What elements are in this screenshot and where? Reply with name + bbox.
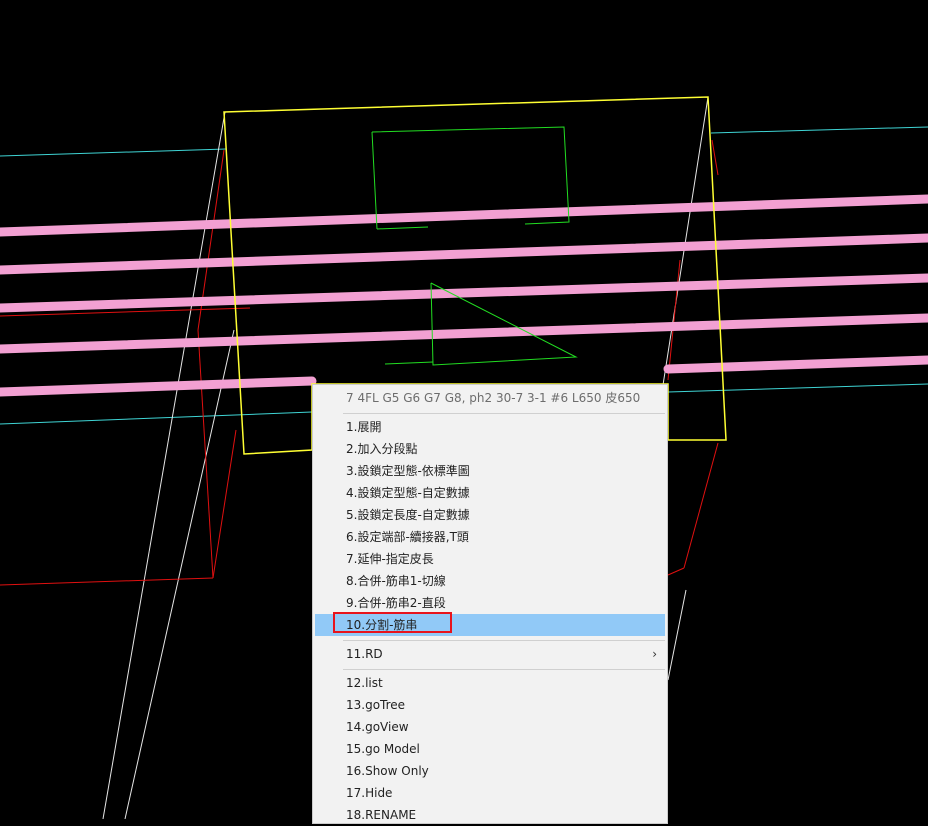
menu-item-hide[interactable]: 17.Hide: [315, 782, 665, 804]
cyan-reference-lines: [0, 126, 928, 425]
menu-item-lock-type-custom[interactable]: 4.設鎖定型態-自定數據: [315, 482, 665, 504]
menu-item-go-tree[interactable]: 13.goTree: [315, 694, 665, 716]
menu-item-lock-length-custom[interactable]: 5.設鎖定長度-自定數據: [315, 504, 665, 526]
menu-item-list[interactable]: 12.list: [315, 672, 665, 694]
menu-item-add-segment-point[interactable]: 2.加入分段點: [315, 438, 665, 460]
menu-header: 7 4FL G5 G6 G7 G8, ph2 30-7 3-1 #6 L650 …: [346, 391, 641, 405]
menu-separator: [343, 413, 665, 414]
menu-item-extend[interactable]: 7.延伸-指定皮長: [315, 548, 665, 570]
menu-item-set-end-coupler[interactable]: 6.設定端部-續接器,T頭: [315, 526, 665, 548]
menu-item-lock-type-standard[interactable]: 3.設鎖定型態-依標準圖: [315, 460, 665, 482]
menu-item-rename[interactable]: 18.RENAME: [315, 804, 665, 826]
menu-item-rd[interactable]: 11.RD ›: [315, 643, 665, 665]
menu-item-merge-tangent[interactable]: 8.合併-筋串1-切線: [315, 570, 665, 592]
menu-separator: [343, 669, 665, 670]
menu-separator: [343, 640, 665, 641]
menu-item-expand[interactable]: 1.展開: [315, 416, 665, 438]
menu-item-go-view[interactable]: 14.goView: [315, 716, 665, 738]
menu-item-split[interactable]: 10.分割-筋串: [315, 614, 665, 636]
menu-item-rd-label: 11.RD: [346, 647, 383, 661]
menu-item-merge-straight[interactable]: 9.合併-筋串2-直段: [315, 592, 665, 614]
menu-item-go-model[interactable]: 15.go Model: [315, 738, 665, 760]
chevron-right-icon: ›: [652, 647, 657, 661]
context-menu: 7 4FL G5 G6 G7 G8, ph2 30-7 3-1 #6 L650 …: [312, 384, 668, 824]
menu-item-show-only[interactable]: 16.Show Only: [315, 760, 665, 782]
